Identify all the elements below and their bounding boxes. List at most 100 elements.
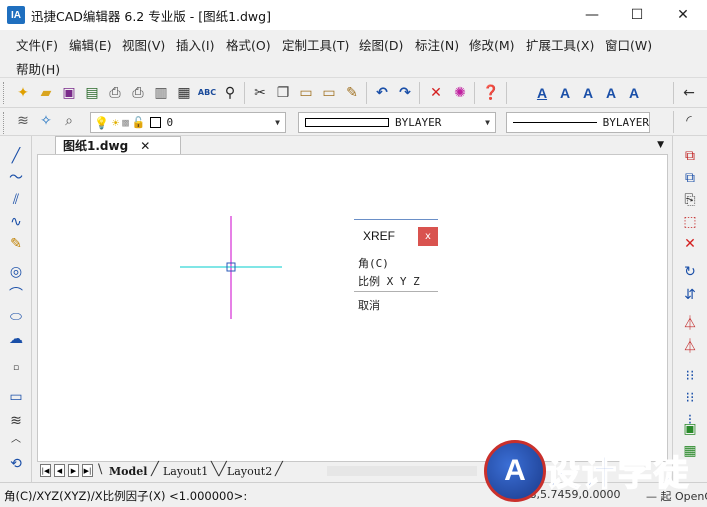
tab-list-icon[interactable]: ▼ xyxy=(657,140,664,150)
popup-option-scale-xyz[interactable]: 比例 X Y Z xyxy=(358,273,420,289)
toolbar-grip[interactable] xyxy=(3,82,6,104)
layer-name: 0 xyxy=(166,116,174,129)
watermark: A 设计学徒 xyxy=(484,440,694,506)
copy-object-icon[interactable]: ⧉ xyxy=(679,168,701,188)
rotate-icon[interactable]: ⎘ xyxy=(679,190,701,210)
menu-help[interactable]: 帮助(H) xyxy=(16,57,60,80)
delete-icon[interactable]: ✕ xyxy=(426,83,446,103)
layer-previous-icon[interactable]: ✧ xyxy=(36,111,56,131)
sun-icon: ☀ xyxy=(111,115,120,130)
chevron-down-icon[interactable]: ▼ xyxy=(270,113,285,132)
plot-icon[interactable]: ▥ xyxy=(151,83,171,103)
regen-icon[interactable]: ⟲ xyxy=(5,454,27,474)
scale-icon[interactable]: ▣ xyxy=(679,419,701,439)
layer-manager-icon[interactable]: ≋ xyxy=(13,111,33,131)
mirror-icon[interactable]: ⏃ xyxy=(679,314,701,334)
layer-states-icon[interactable]: ⌕ xyxy=(59,111,79,131)
close-tab-icon[interactable]: ✕ xyxy=(140,139,150,153)
spell-check-icon[interactable]: ABC xyxy=(197,83,217,103)
menu-file[interactable]: 文件(F) xyxy=(16,33,58,56)
array-rect-icon[interactable]: ⁝⁝ xyxy=(679,388,701,408)
help-icon[interactable]: ❓ xyxy=(481,83,501,103)
popup-close-button[interactable]: x xyxy=(418,227,438,246)
paste-special-icon[interactable]: ▭ xyxy=(319,83,339,103)
print-icon[interactable]: ⎙ xyxy=(105,83,125,103)
helix-icon[interactable]: ≋ xyxy=(5,411,27,431)
point-icon[interactable]: ▫ xyxy=(5,358,27,378)
last-layout-icon[interactable]: ▶| xyxy=(82,464,93,477)
purge-icon[interactable]: ✺ xyxy=(450,83,470,103)
popup-option-cancel[interactable]: 取消 xyxy=(358,297,380,313)
menu-dimension[interactable]: 标注(N) xyxy=(415,33,459,56)
document-tab[interactable]: 图纸1.dwg ✕ xyxy=(55,136,181,154)
menu-format[interactable]: 格式(O) xyxy=(226,33,271,56)
text-style-icon[interactable]: A xyxy=(532,83,552,103)
drawing-canvas[interactable] xyxy=(37,154,668,462)
toolbar-grip[interactable] xyxy=(3,112,6,134)
array-icon[interactable]: ⏃ xyxy=(679,337,701,357)
offset-icon[interactable]: ⁝⁝ xyxy=(679,366,701,386)
horizontal-scrollbar[interactable] xyxy=(327,466,477,476)
cut-icon[interactable]: ✂ xyxy=(250,83,270,103)
undo-icon[interactable]: ↶ xyxy=(372,83,392,103)
copy-icon[interactable]: ❐ xyxy=(273,83,293,103)
menu-modify[interactable]: 修改(M) xyxy=(469,33,515,56)
menu-custom-tools[interactable]: 定制工具(T) xyxy=(282,33,349,56)
minimize-button[interactable]: — xyxy=(569,0,615,30)
first-layout-icon[interactable]: |◀ xyxy=(40,464,51,477)
move-icon[interactable]: ⧉ xyxy=(679,146,701,166)
find-icon[interactable]: ⚲ xyxy=(220,83,240,103)
match-properties-icon[interactable]: ✎ xyxy=(342,83,362,103)
menu-draw[interactable]: 绘图(D) xyxy=(359,33,403,56)
xref-option-popup: XREF x 角(C) 比例 X Y Z 取消 xyxy=(354,219,438,315)
mirror-horizontal-icon[interactable]: ⇵ xyxy=(679,285,701,305)
multiline-icon[interactable]: ⫽ xyxy=(5,190,27,210)
ellipse-icon[interactable]: ⬭ xyxy=(5,307,27,327)
close-window-button[interactable]: ✕ xyxy=(660,0,706,30)
find-text-icon[interactable]: A xyxy=(624,83,644,103)
tab-model[interactable]: Model xyxy=(109,463,147,479)
text-icon[interactable]: A xyxy=(555,83,575,103)
menu-window[interactable]: 窗口(W) xyxy=(605,33,652,56)
prev-layout-icon[interactable]: ◀ xyxy=(54,464,65,477)
linetype-combo[interactable]: BYLAYER xyxy=(506,112,650,133)
redo-icon[interactable]: ↷ xyxy=(395,83,415,103)
tab-layout1[interactable]: Layout1 xyxy=(163,463,208,479)
edit-text-icon[interactable]: A xyxy=(601,83,621,103)
popup-option-corner[interactable]: 角(C) xyxy=(358,255,389,271)
open-icon[interactable]: ▰ xyxy=(36,83,56,103)
arrow-left-icon[interactable]: ← xyxy=(679,83,699,103)
revision-cloud-icon[interactable]: ☁ xyxy=(5,329,27,349)
stretch-icon[interactable]: ⬚ xyxy=(679,212,701,232)
chevron-down-icon[interactable]: ▼ xyxy=(480,113,495,132)
polyline-icon[interactable]: 〜 xyxy=(5,168,27,188)
print-preview-icon[interactable]: ⎙ xyxy=(128,83,148,103)
menu-insert[interactable]: 插入(I) xyxy=(176,33,214,56)
new-icon[interactable]: ✦ xyxy=(13,83,33,103)
paste-icon[interactable]: ▭ xyxy=(296,83,316,103)
maximize-button[interactable]: ☐ xyxy=(614,0,660,30)
circle-icon[interactable]: ◎ xyxy=(5,262,27,282)
menu-extend-tools[interactable]: 扩展工具(X) xyxy=(526,33,594,56)
rectangle-icon[interactable]: ▭ xyxy=(5,387,27,407)
collapse-icon[interactable]: ︿ xyxy=(5,430,27,450)
arc-tool-icon[interactable]: ◜ xyxy=(679,111,699,131)
save-icon[interactable]: ▣ xyxy=(59,83,79,103)
save-as-icon[interactable]: ▤ xyxy=(82,83,102,103)
erase-icon[interactable]: ✕ xyxy=(679,234,701,254)
multiline-text-icon[interactable]: A xyxy=(578,83,598,103)
color-combo[interactable]: BYLAYER ▼ xyxy=(298,112,496,133)
spline-icon[interactable]: ∿ xyxy=(5,212,27,232)
arc-icon[interactable]: ⌒ xyxy=(5,285,27,305)
freehand-icon[interactable]: ✎ xyxy=(5,234,27,254)
rotate-ccw-icon[interactable]: ↻ xyxy=(679,262,701,282)
line-icon[interactable]: ╱ xyxy=(5,146,27,166)
command-prompt[interactable]: 角(C)/XYZ(XYZ)/X比例因子(X) <1.000000>: xyxy=(4,488,247,504)
next-layout-icon[interactable]: ▶ xyxy=(68,464,79,477)
layer-combo[interactable]: 💡 ☀ ▩ 🔓 0 ▼ xyxy=(90,112,286,133)
color-sample xyxy=(305,118,389,127)
plot-preview-icon[interactable]: ▦ xyxy=(174,83,194,103)
menu-edit[interactable]: 编辑(E) xyxy=(69,33,112,56)
tab-layout2[interactable]: Layout2 xyxy=(227,463,272,479)
menu-view[interactable]: 视图(V) xyxy=(122,33,165,56)
